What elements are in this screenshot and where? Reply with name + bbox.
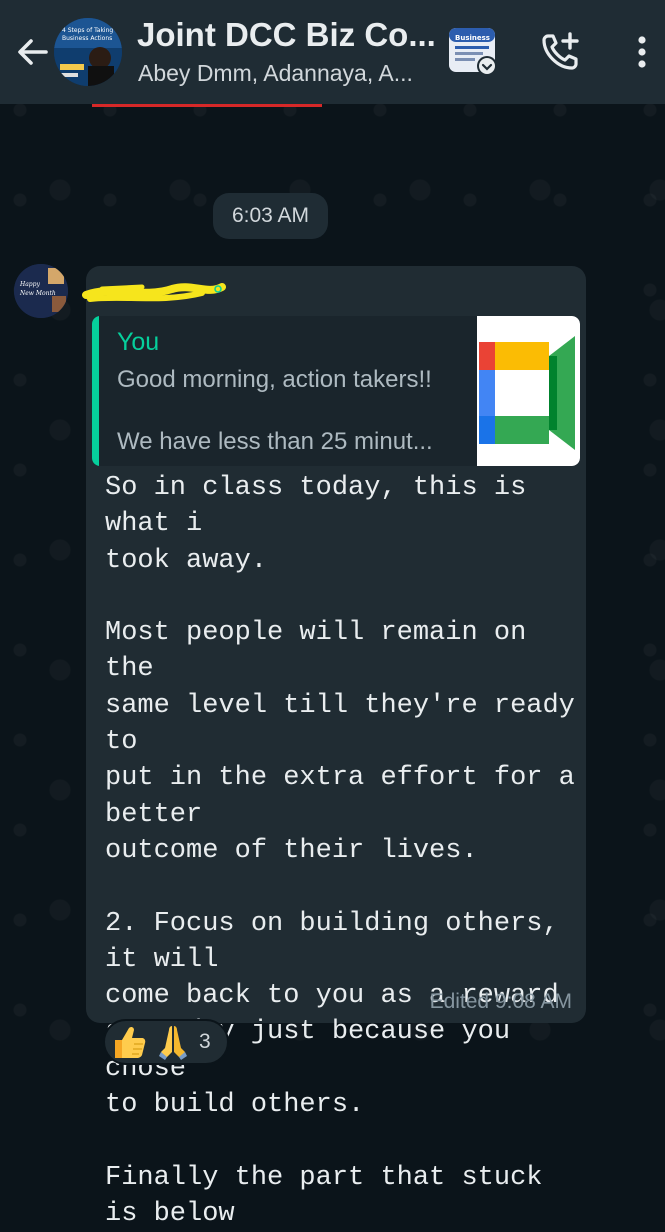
reactions-pill[interactable]: 3 (103, 1019, 229, 1065)
quote-accent-bar (92, 316, 99, 466)
message-timestamp: Edited 9:08 AM (429, 990, 572, 1013)
business-profile-icon[interactable]: Business (447, 26, 499, 76)
quote-author: You (117, 328, 160, 356)
group-avatar-text-1: 4 Steps of Taking (62, 27, 113, 34)
group-avatar-text-2: Business Actions (62, 35, 112, 42)
group-avatar[interactable]: 4 Steps of Taking Business Actions (54, 18, 122, 86)
business-icon-text: Business (455, 34, 490, 42)
quote-text-line-2: We have less than 25 minut... (117, 428, 433, 455)
more-options-icon[interactable] (630, 32, 654, 72)
quoted-reply[interactable]: You Good morning, action takers!! We hav… (92, 316, 580, 466)
chat-title[interactable]: Joint DCC Biz Co... (137, 16, 436, 54)
redacted-sender-name (82, 283, 226, 302)
chat-members[interactable]: Abey Dmm, Adannaya, A... (138, 60, 413, 87)
sender-avatar-text-2: New Month (19, 290, 56, 297)
previous-message-edge (92, 104, 322, 107)
date-time-chip: 6:03 AM (213, 193, 328, 239)
quote-thumbnail (477, 316, 580, 466)
thumbs-up-icon (115, 1026, 146, 1058)
sender-avatar-text-1: Happy (19, 281, 40, 288)
folded-hands-icon (159, 1026, 187, 1060)
add-call-icon[interactable] (540, 30, 582, 72)
chat-header: 4 Steps of Taking Business Actions Joint… (0, 0, 665, 104)
sender-avatar[interactable]: Happy New Month (14, 264, 68, 318)
back-arrow-icon[interactable] (12, 32, 52, 72)
quote-text-line-1: Good morning, action takers!! (117, 366, 432, 393)
google-meet-icon (479, 336, 575, 450)
message-text: So in class today, this is what i took a… (105, 473, 575, 1229)
reaction-count: 3 (199, 1030, 211, 1053)
